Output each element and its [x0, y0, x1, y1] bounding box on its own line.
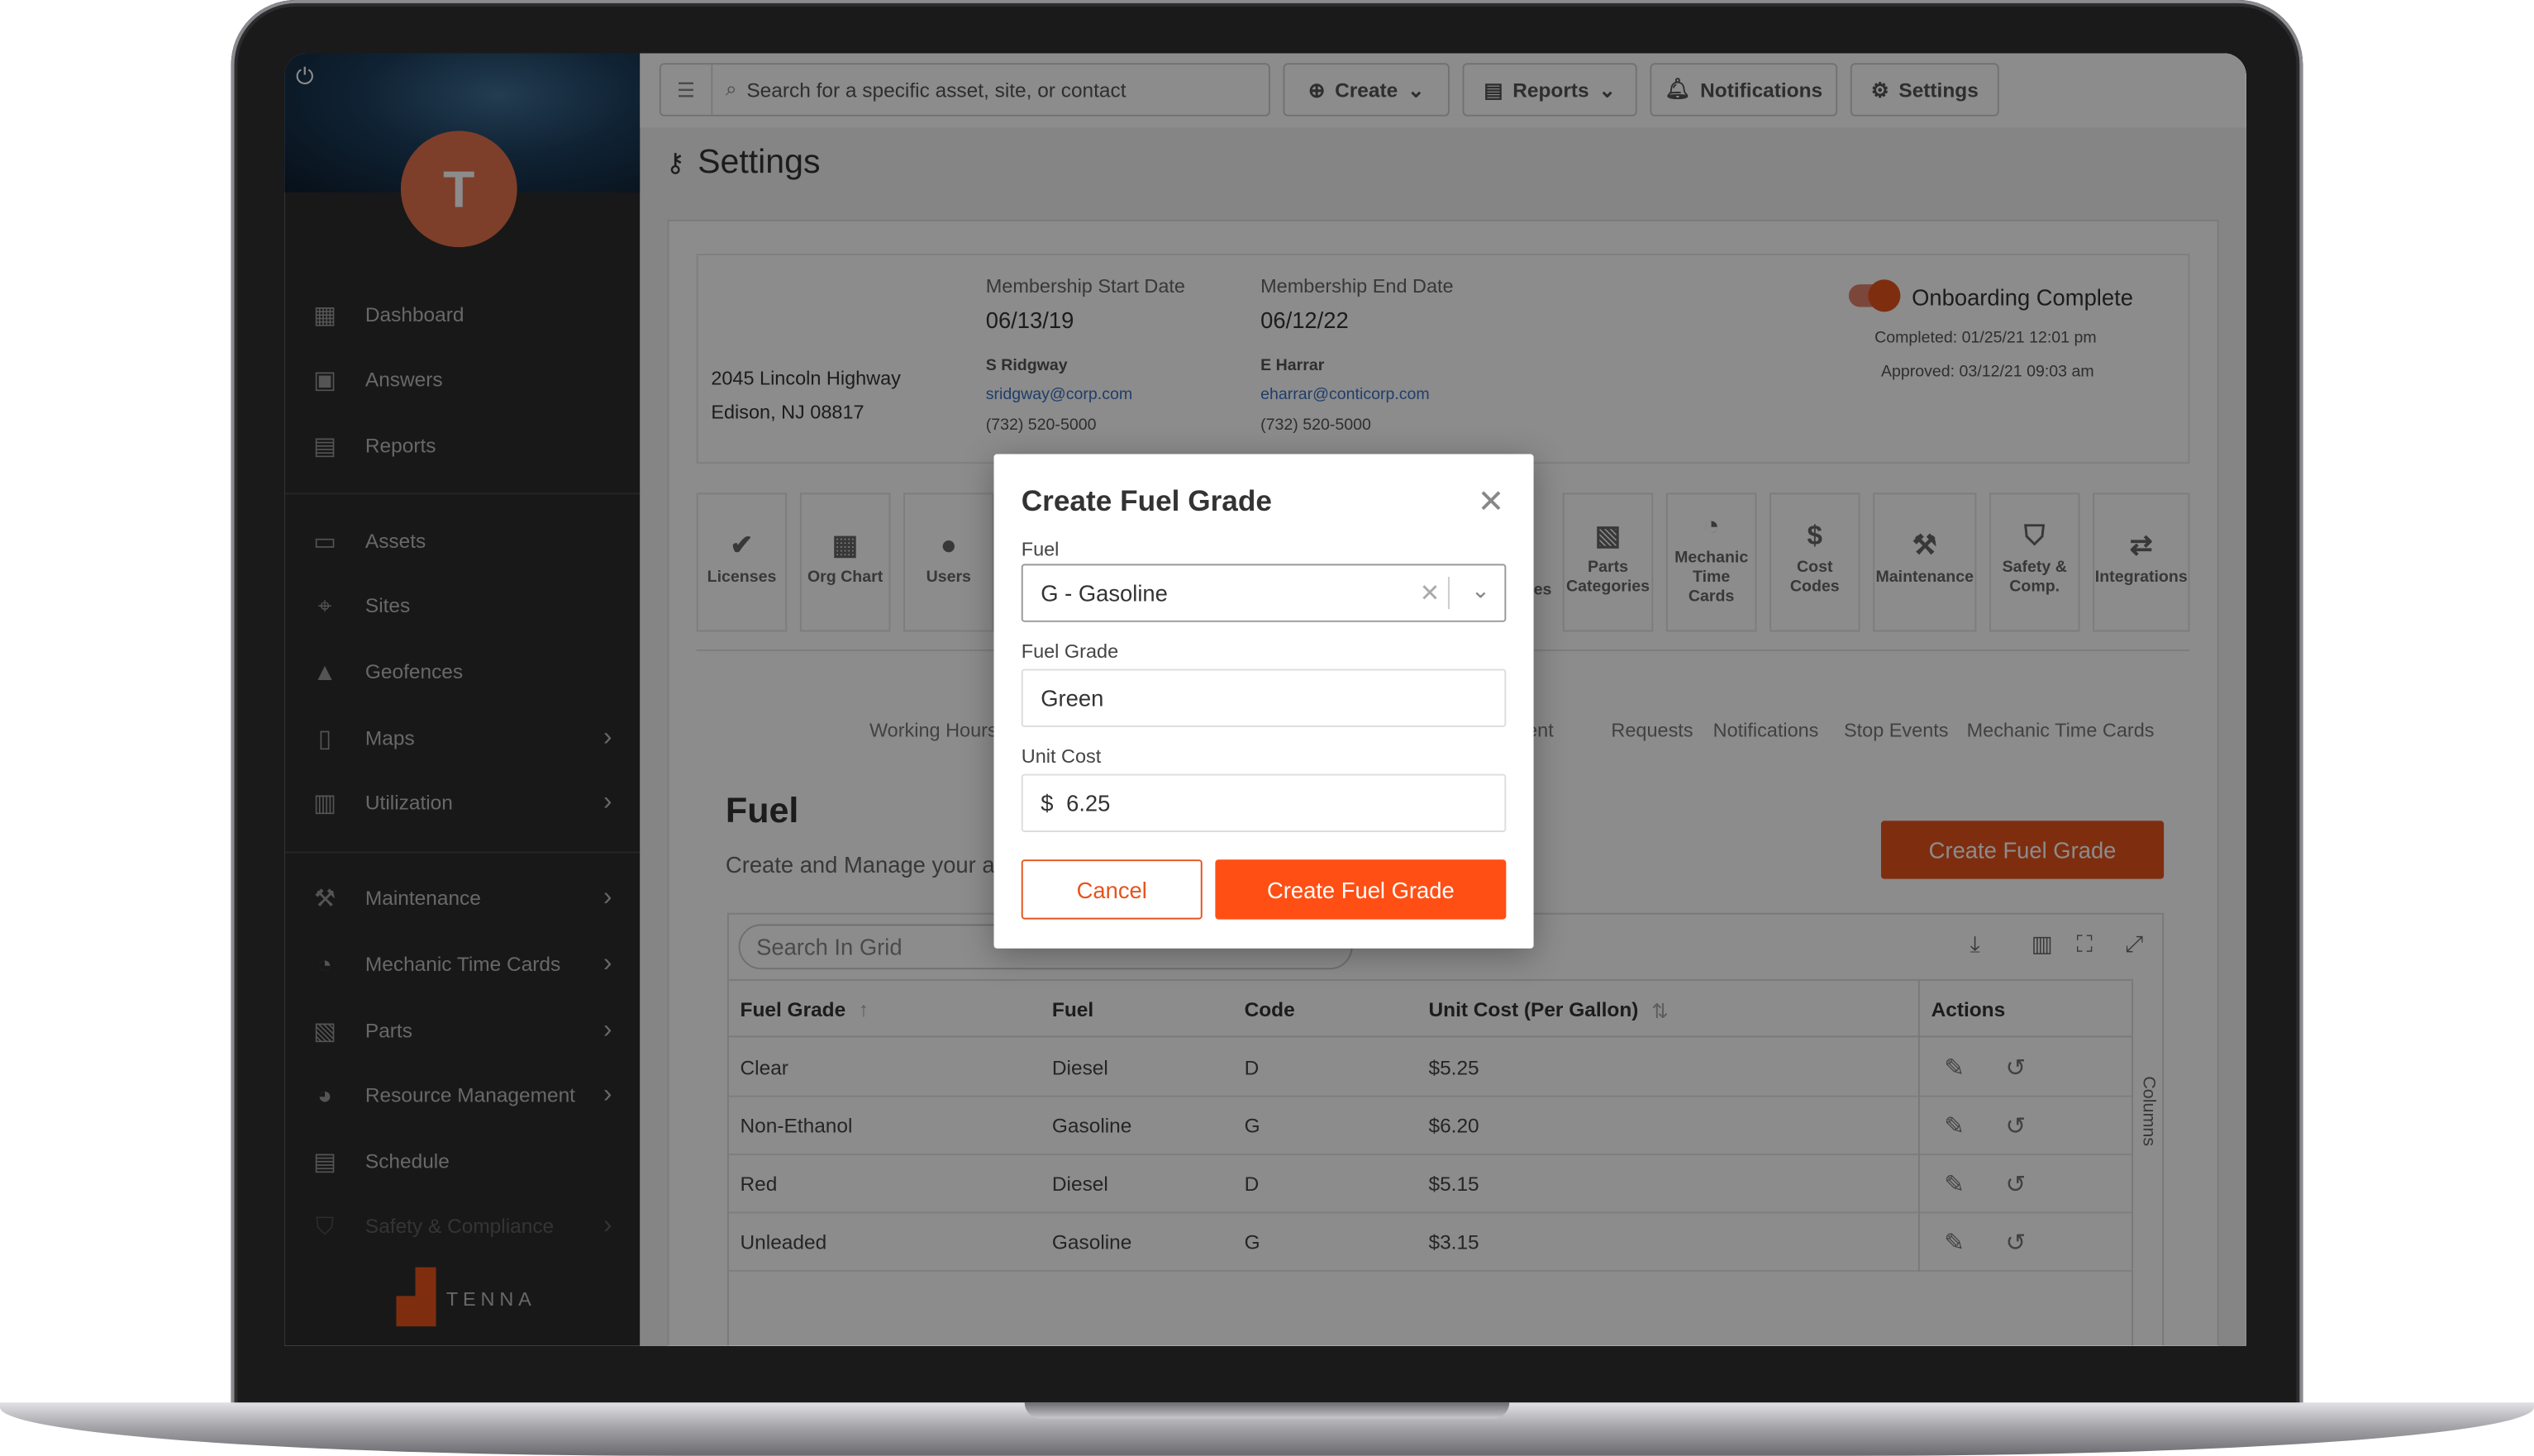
fuel-label: Fuel	[1021, 538, 1060, 561]
fuel-grade-label: Fuel Grade	[1021, 640, 1119, 663]
fuel-select[interactable]: G - Gasoline ✕ ⌄	[1021, 564, 1507, 622]
laptop-notch	[1024, 1402, 1510, 1419]
fuel-grade-input[interactable]: Green	[1021, 669, 1507, 727]
unit-cost-label: Unit Cost	[1021, 745, 1102, 768]
fuel-grade-value: Green	[1041, 685, 1104, 711]
modal-title: Create Fuel Grade	[1021, 484, 1272, 517]
fuel-select-value: G - Gasoline	[1041, 579, 1168, 607]
unit-cost-input[interactable]: $ 6.25	[1021, 773, 1507, 832]
select-separator	[1447, 577, 1450, 610]
create-fuel-grade-modal: Create Fuel Grade ✕ Fuel G - Gasoline ✕ …	[993, 454, 1534, 949]
unit-cost-value: 6.25	[1066, 790, 1111, 816]
close-icon[interactable]: ✕	[1478, 482, 1505, 522]
chevron-down-icon[interactable]: ⌄	[1471, 577, 1490, 604]
screen: ⏻ T ▦ Dashboard ▣ Answers ▤ Reports ▭ Assets ⌖ Si…	[284, 53, 2246, 1346]
currency-prefix: $	[1041, 790, 1054, 816]
cancel-button[interactable]: Cancel	[1021, 859, 1203, 920]
create-fuel-grade-submit-button[interactable]: Create Fuel Grade	[1215, 859, 1507, 920]
clear-icon[interactable]: ✕	[1420, 578, 1441, 607]
